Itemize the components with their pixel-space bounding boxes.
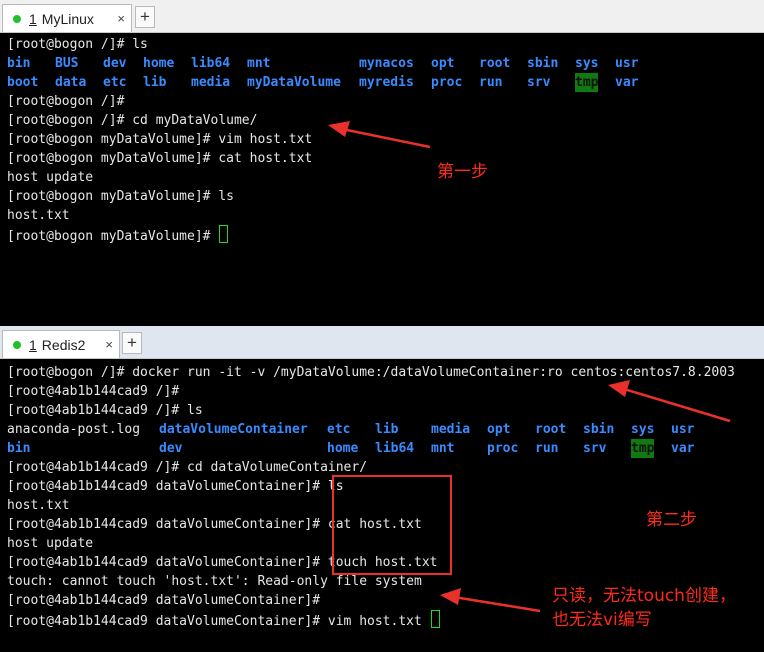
ls-output-row: bin dev home lib64 mnt proc run srv tmp … — [7, 439, 727, 458]
terminal-line: [root@4ab1b144cad9 dataVolumeContainer]# — [7, 593, 321, 608]
plus-icon[interactable]: + — [122, 332, 142, 354]
terminal-line: [root@bogon /]# docker run -it -v /myDat… — [7, 365, 735, 380]
ls-entry: home — [327, 441, 359, 456]
ls-entry: lib64 — [191, 56, 231, 71]
ls-entry: bin — [7, 56, 31, 71]
ls-entry: home — [143, 56, 175, 71]
tab-title: Redis2 — [41, 336, 86, 353]
ls-entry: sbin — [527, 56, 559, 71]
ls-entry: sbin — [583, 422, 615, 437]
green-dot-icon — [13, 340, 21, 349]
block-cursor-icon — [219, 225, 229, 243]
ls-entry: bin — [7, 441, 31, 456]
terminal-line: [root@bogon myDataVolume]# — [7, 229, 219, 244]
terminal-line: [root@4ab1b144cad9 dataVolumeContainer]#… — [7, 479, 344, 494]
annotation-readonly-line2: 也无法vi编写 — [552, 610, 652, 630]
terminal-output[interactable]: [root@bogon /]# docker run -it -v /myDat… — [0, 359, 764, 652]
ls-entry: anaconda-post.log — [7, 422, 141, 437]
ls-entry: sys — [631, 422, 655, 437]
ls-entry: usr — [671, 422, 695, 437]
tab-number: 1 — [29, 336, 37, 353]
ls-entry: etc — [327, 422, 351, 437]
terminal-line: host.txt — [7, 498, 70, 513]
terminal-line: [root@4ab1b144cad9 /]# — [7, 384, 180, 399]
close-icon[interactable]: × — [117, 11, 125, 26]
ls-entry: boot — [7, 75, 39, 90]
tab-redis2[interactable]: 1 Redis2 × — [2, 330, 120, 358]
ls-entry: data — [55, 75, 87, 90]
highlight-box — [332, 475, 452, 575]
tab-bar: 1 MyLinux × + — [0, 0, 764, 33]
ls-entry: sys — [575, 56, 599, 71]
ls-entry: srv — [527, 75, 551, 90]
terminal-prompt-line: [root@bogon myDataVolume]# — [7, 225, 229, 244]
ls-output-row: anaconda-post.log dataVolumeContainer et… — [7, 420, 727, 439]
ls-entry: etc — [103, 75, 127, 90]
terminal-line: [root@bogon myDataVolume]# cat host.txt — [7, 151, 313, 166]
terminal-line: host.txt — [7, 208, 70, 223]
ls-entry: dev — [103, 56, 127, 71]
ls-entry: lib — [143, 75, 167, 90]
ls-entry: myredis — [359, 75, 414, 90]
ls-entry: lib64 — [375, 441, 415, 456]
ls-entry: dev — [159, 441, 183, 456]
ls-entry: usr — [615, 56, 639, 71]
ls-entry: lib — [375, 422, 399, 437]
ls-entry: mnt — [247, 56, 271, 71]
close-icon[interactable]: × — [105, 337, 113, 352]
tab-bar: 1 Redis2 × + — [0, 326, 764, 359]
ls-entry: run — [535, 441, 559, 456]
ls-entry: srv — [583, 441, 607, 456]
plus-icon[interactable]: + — [135, 6, 155, 28]
terminal-line: [root@bogon myDataVolume]# ls — [7, 189, 234, 204]
terminal-line: [root@bogon /]# — [7, 94, 125, 109]
terminal-output[interactable]: [root@bogon /]# ls bin BUS dev home lib6… — [0, 33, 764, 326]
ls-entry: mnt — [431, 441, 455, 456]
terminal-line: [root@4ab1b144cad9 /]# ls — [7, 403, 203, 418]
annotation-readonly-line1: 只读，无法touch创建， — [552, 586, 736, 606]
ls-entry: opt — [431, 56, 455, 71]
ls-entry: opt — [487, 422, 511, 437]
terminal-line: [root@4ab1b144cad9 dataVolumeContainer]#… — [7, 614, 430, 629]
ls-entry: proc — [431, 75, 463, 90]
tab-number: 1 — [29, 10, 37, 27]
ls-entry: root — [535, 422, 567, 437]
ls-entry: proc — [487, 441, 519, 456]
terminal-line: host update — [7, 536, 94, 551]
ls-output-row: bin BUS dev home lib64 mnt mynacos opt r… — [7, 54, 707, 73]
annotation-step-2: 第二步 — [646, 510, 697, 530]
ls-entry-highlighted: tmp — [575, 73, 599, 92]
ls-output-row: boot data etc lib media myDataVolume myr… — [7, 73, 707, 92]
ls-entry: media — [431, 422, 471, 437]
tab-title: MyLinux — [41, 10, 94, 27]
ls-entry: BUS — [55, 56, 79, 71]
tab-mylinux[interactable]: 1 MyLinux × — [2, 4, 132, 32]
ls-entry: root — [479, 56, 511, 71]
terminal-line: [root@bogon /]# ls — [7, 37, 148, 52]
ls-entry: dataVolumeContainer — [159, 422, 308, 437]
terminal-line: [root@bogon /]# cd myDataVolume/ — [7, 113, 258, 128]
ls-entry-highlighted: tmp — [631, 439, 655, 458]
terminal-line: [root@bogon myDataVolume]# vim host.txt — [7, 132, 313, 147]
terminal-line: host update — [7, 170, 94, 185]
ls-entry: myDataVolume — [247, 75, 341, 90]
ls-entry: var — [671, 441, 695, 456]
terminal-pane-mylinux: 1 MyLinux × + [root@bogon /]# ls bin BUS… — [0, 0, 764, 326]
terminal-prompt-line: [root@4ab1b144cad9 dataVolumeContainer]#… — [7, 610, 440, 629]
ls-entry: run — [479, 75, 503, 90]
ls-entry: media — [191, 75, 231, 90]
terminal-line: [root@4ab1b144cad9 /]# cd dataVolumeCont… — [7, 460, 368, 475]
block-cursor-icon — [430, 610, 440, 628]
ls-entry: mynacos — [359, 56, 414, 71]
green-dot-icon — [13, 14, 21, 23]
ls-entry: var — [615, 75, 639, 90]
terminal-pane-redis2: 1 Redis2 × + [root@bogon /]# docker run … — [0, 326, 764, 652]
annotation-step-1: 第一步 — [437, 162, 488, 182]
